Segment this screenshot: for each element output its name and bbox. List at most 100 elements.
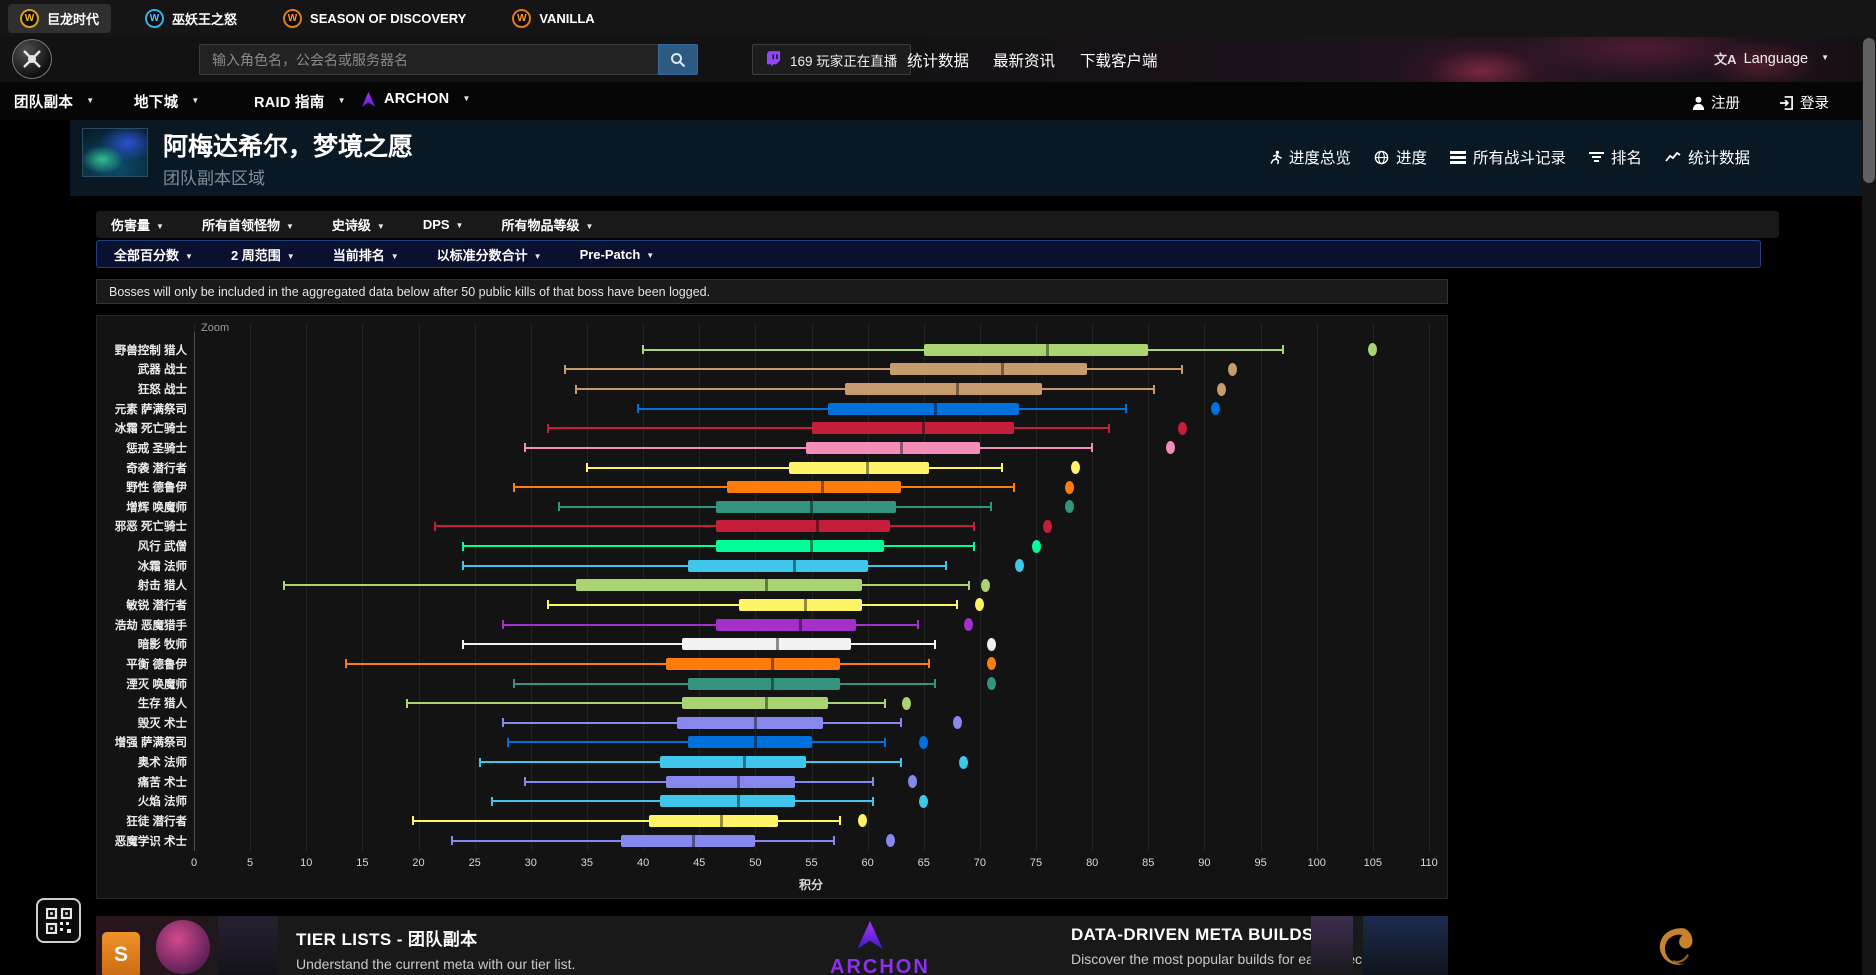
iqr-box[interactable]: [688, 736, 812, 748]
outlier-dot[interactable]: [1228, 363, 1237, 376]
search-button[interactable]: [658, 44, 698, 75]
whisker-cap: [1108, 424, 1110, 433]
iqr-box[interactable]: [682, 697, 828, 709]
outlier-dot[interactable]: [886, 834, 895, 847]
boxplot-row: 平衡 德鲁伊: [97, 654, 1447, 674]
iqr-box[interactable]: [576, 579, 862, 591]
outlier-dot[interactable]: [981, 579, 990, 592]
link-news[interactable]: 最新资讯: [993, 49, 1055, 71]
tab-dragonflight[interactable]: W 巨龙时代: [8, 4, 111, 33]
filter-difficulty[interactable]: 史诗级: [332, 215, 385, 234]
promo-banner[interactable]: S TIER LISTS - 团队副本 Understand the curre…: [96, 916, 1448, 975]
iqr-box[interactable]: [716, 619, 856, 631]
qr-code-icon: [46, 908, 72, 934]
iqr-box[interactable]: [677, 717, 823, 729]
twitch-live-badge[interactable]: 169 玩家正在直播: [752, 44, 911, 75]
iqr-box[interactable]: [828, 403, 1019, 415]
outlier-dot[interactable]: [987, 677, 996, 690]
outlier-dot[interactable]: [964, 618, 973, 631]
qr-code-button[interactable]: [36, 898, 81, 943]
link-rankings[interactable]: 排名: [1589, 146, 1642, 168]
outlier-dot[interactable]: [987, 657, 996, 670]
iqr-box[interactable]: [666, 658, 840, 670]
outlier-dot[interactable]: [975, 598, 984, 611]
iqr-box[interactable]: [727, 481, 901, 493]
iqr-box[interactable]: [845, 383, 1042, 395]
filter-role[interactable]: DPS: [423, 217, 464, 232]
outlier-dot[interactable]: [1071, 461, 1080, 474]
tab-season-of-discovery[interactable]: W SEASON OF DISCOVERY: [271, 4, 478, 33]
iqr-box[interactable]: [688, 560, 868, 572]
outlier-dot[interactable]: [902, 697, 911, 710]
iqr-box[interactable]: [682, 638, 850, 650]
filter-aggregation[interactable]: 以标准分数合计: [437, 245, 542, 264]
outlier-dot[interactable]: [1043, 520, 1052, 533]
nav-raids[interactable]: 团队副本: [14, 91, 94, 112]
link-all-reports[interactable]: 所有战斗记录: [1450, 146, 1566, 168]
iqr-box[interactable]: [666, 776, 795, 788]
outlier-dot[interactable]: [1178, 422, 1187, 435]
language-selector[interactable]: 文A Language: [1714, 49, 1829, 68]
link-progress-overview[interactable]: 进度总览: [1270, 146, 1351, 168]
iqr-box[interactable]: [649, 815, 778, 827]
outlier-dot[interactable]: [1015, 559, 1024, 572]
nav-archon[interactable]: ARCHON: [360, 91, 471, 107]
iqr-box[interactable]: [789, 462, 929, 474]
filter-metric[interactable]: 伤害量: [111, 215, 164, 234]
runner-icon: [1270, 150, 1282, 165]
iqr-box[interactable]: [621, 835, 756, 847]
outlier-dot[interactable]: [1368, 343, 1377, 356]
site-logo[interactable]: [12, 39, 52, 79]
outlier-dot[interactable]: [1065, 481, 1074, 494]
login-button[interactable]: 登录: [1779, 92, 1829, 113]
median-line: [771, 658, 774, 670]
link-download-client[interactable]: 下载客户端: [1080, 49, 1158, 71]
iqr-box[interactable]: [688, 678, 840, 690]
median-line: [799, 619, 802, 631]
boxplot-row: 痛苦 术士: [97, 772, 1447, 792]
link-statistics[interactable]: 统计数据: [1665, 146, 1750, 168]
iqr-box[interactable]: [890, 363, 1087, 375]
filter-time-range[interactable]: 2 周范围: [231, 245, 295, 264]
nav-dungeons[interactable]: 地下城: [134, 91, 200, 112]
iqr-box[interactable]: [716, 501, 896, 513]
outlier-dot[interactable]: [987, 638, 996, 651]
link-statistics[interactable]: 统计数据: [907, 49, 969, 71]
outlier-dot[interactable]: [1211, 402, 1220, 415]
tab-wrath[interactable]: W 巫妖王之怒: [133, 4, 249, 33]
outlier-dot[interactable]: [908, 775, 917, 788]
zoom-control[interactable]: Zoom: [201, 322, 229, 334]
link-label: 进度总览: [1289, 146, 1351, 168]
outlier-dot[interactable]: [919, 795, 928, 808]
outlier-dot[interactable]: [953, 716, 962, 729]
outlier-dot[interactable]: [919, 736, 928, 749]
archon-wordmark: ARCHON: [830, 956, 910, 975]
iqr-box[interactable]: [660, 756, 806, 768]
iqr-box[interactable]: [739, 599, 863, 611]
iqr-box[interactable]: [924, 344, 1149, 356]
search-input[interactable]: [199, 44, 658, 75]
iqr-box[interactable]: [812, 422, 1014, 434]
filter-ranking-type[interactable]: 当前排名: [333, 245, 399, 264]
link-progress[interactable]: 进度: [1374, 146, 1427, 168]
outlier-dot[interactable]: [1032, 540, 1041, 553]
outlier-dot[interactable]: [858, 814, 867, 827]
iqr-box[interactable]: [716, 540, 884, 552]
filter-boss[interactable]: 所有首领怪物: [202, 215, 294, 234]
nav-raid-guides[interactable]: RAID 指南: [254, 91, 346, 112]
outlier-dot[interactable]: [1166, 441, 1175, 454]
outlier-dot[interactable]: [1217, 383, 1226, 396]
scrollbar-thumb[interactable]: [1863, 38, 1875, 183]
iqr-box[interactable]: [806, 442, 980, 454]
filter-percentile[interactable]: 全部百分数: [114, 245, 193, 264]
tab-vanilla[interactable]: W VANILLA: [500, 4, 606, 33]
spec-label: 增强 萨满祭司: [97, 733, 187, 753]
iqr-box[interactable]: [716, 520, 890, 532]
spec-label: 狂徒 潜行者: [97, 811, 187, 831]
filter-patch[interactable]: Pre-Patch: [580, 247, 655, 262]
filter-item-level[interactable]: 所有物品等级: [501, 215, 593, 234]
outlier-dot[interactable]: [959, 756, 968, 769]
iqr-box[interactable]: [660, 795, 795, 807]
register-button[interactable]: 注册: [1692, 92, 1740, 113]
outlier-dot[interactable]: [1065, 500, 1074, 513]
